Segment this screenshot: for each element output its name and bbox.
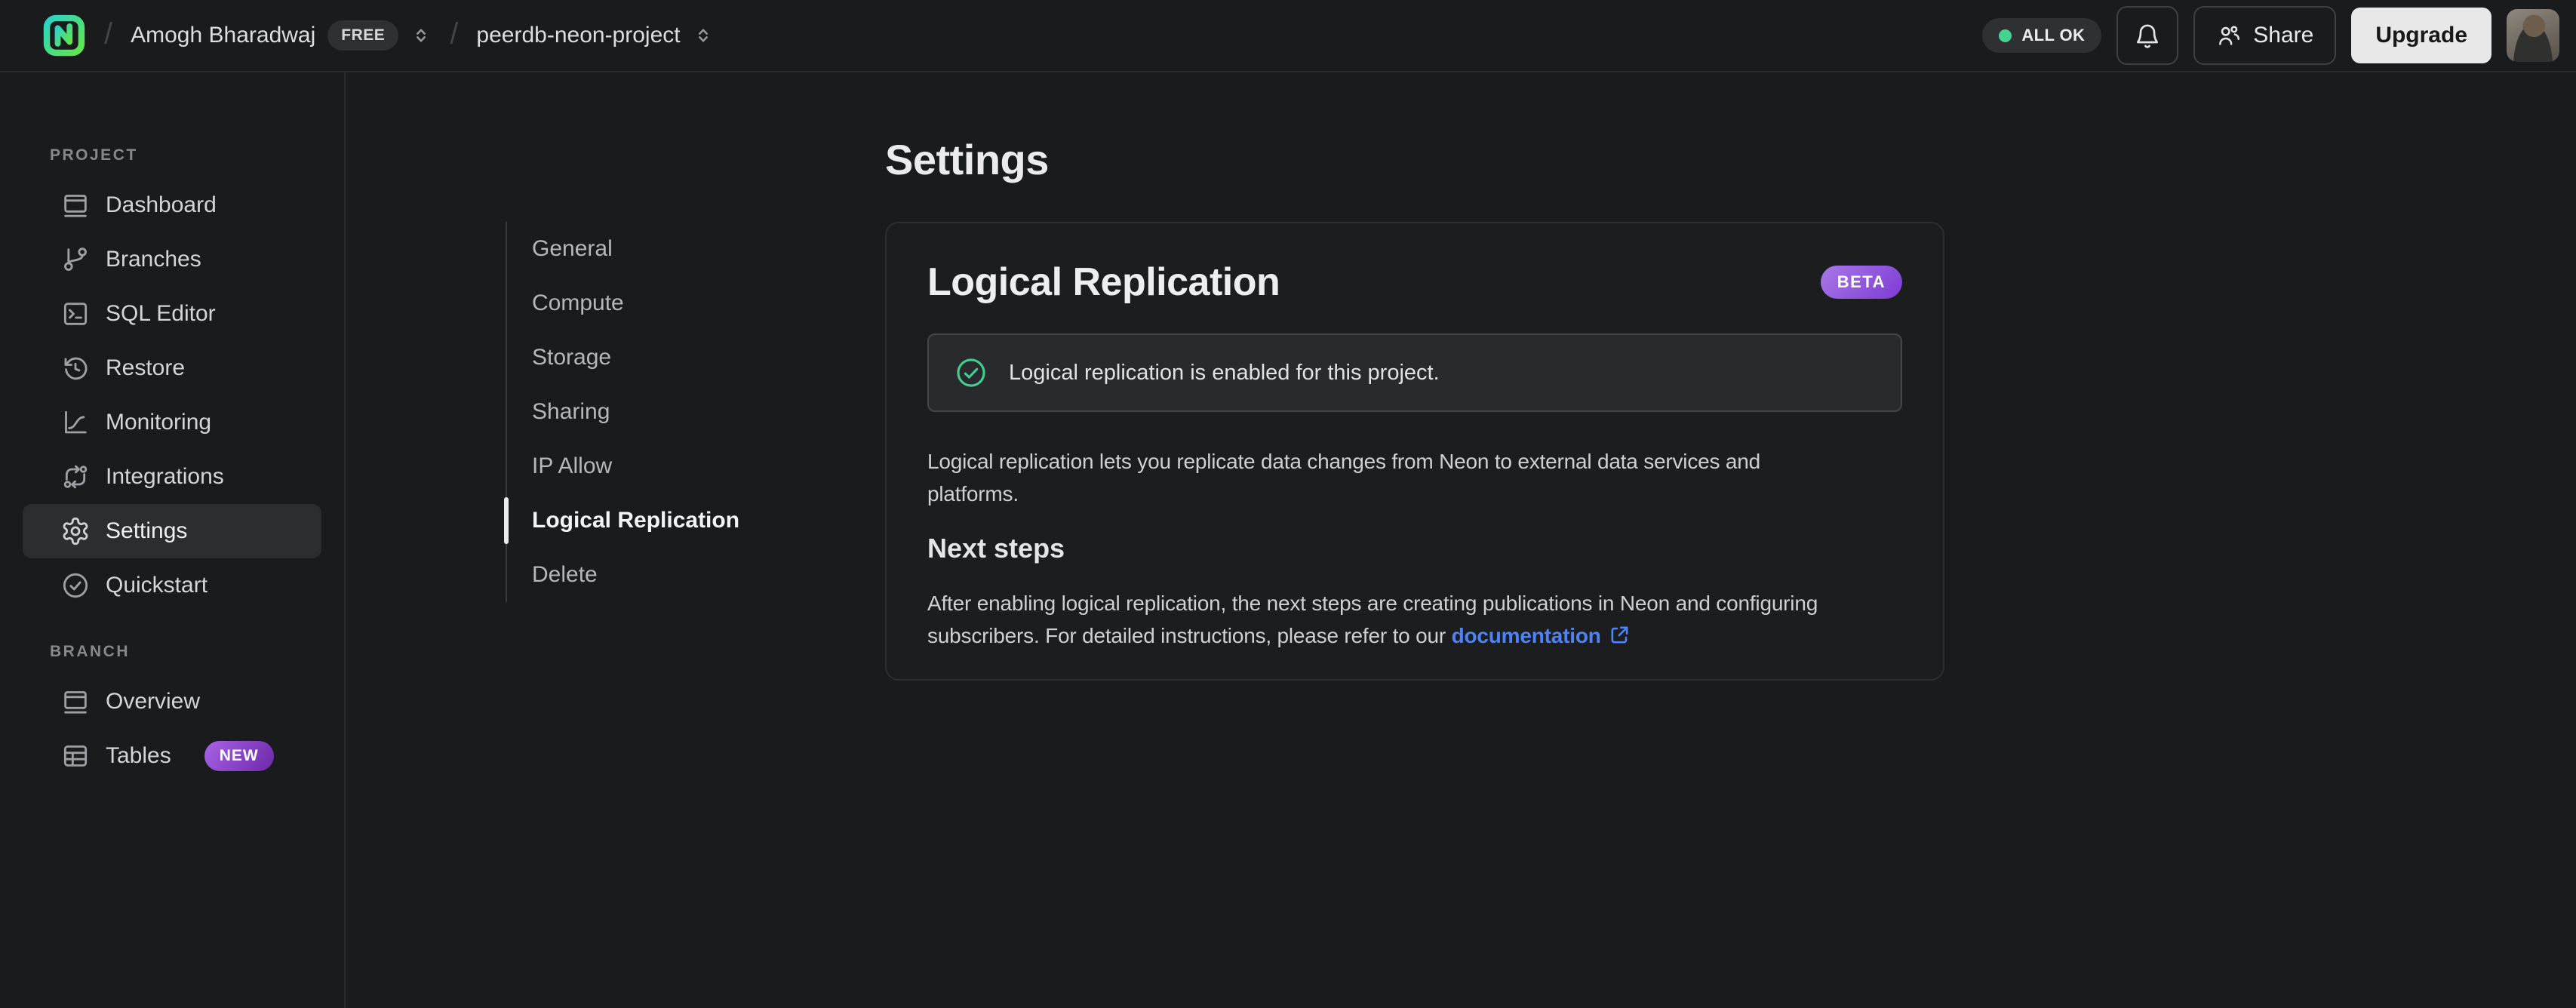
sidebar-item-dashboard[interactable]: Dashboard: [23, 178, 321, 232]
quickstart-icon: [63, 573, 88, 598]
org-selector[interactable]: Amogh Bharadwaj FREE: [131, 20, 432, 51]
neon-logo[interactable]: [42, 14, 86, 57]
beta-badge: BETA: [1820, 266, 1902, 300]
upgrade-button[interactable]: Upgrade: [2351, 8, 2491, 63]
share-users-icon: [2219, 26, 2240, 45]
sidebar-section-branch: BRANCH: [50, 643, 130, 660]
main-content: General Compute Storage Sharing IP Allow…: [346, 72, 2576, 1008]
check-circle-icon: [957, 358, 985, 387]
breadcrumb: / Amogh Bharadwaj FREE / peerdb-neon-pro…: [42, 14, 714, 57]
bell-icon: [2137, 24, 2159, 48]
settings-nav-ip-allow[interactable]: IP Allow: [507, 439, 774, 493]
settings-nav-general[interactable]: General: [507, 222, 774, 276]
sidebar-item-settings[interactable]: Settings: [23, 504, 321, 558]
settings-nav-sharing[interactable]: Sharing: [507, 385, 774, 439]
branches-icon: [64, 247, 87, 271]
dashboard-icon: [64, 195, 87, 217]
tables-icon: [63, 745, 88, 767]
share-button[interactable]: Share: [2193, 6, 2337, 65]
status-banner: Logical replication is enabled for this …: [927, 333, 1902, 413]
topbar: / Amogh Bharadwaj FREE / peerdb-neon-pro…: [0, 0, 2576, 72]
share-label: Share: [2253, 23, 2314, 48]
notifications-button[interactable]: [2116, 6, 2179, 65]
overview-icon: [64, 691, 87, 714]
sidebar: PROJECT Dashboard Branches SQL Editor Re…: [0, 72, 346, 1008]
integrations-icon: [63, 465, 88, 489]
settings-nav-storage[interactable]: Storage: [507, 330, 774, 385]
settings-nav-delete[interactable]: Delete: [507, 548, 774, 602]
sidebar-item-integrations[interactable]: Integrations: [23, 450, 321, 504]
org-name: Amogh Bharadwaj: [131, 23, 316, 48]
sidebar-item-restore[interactable]: Restore: [23, 341, 321, 395]
external-link-icon: [1611, 626, 1628, 644]
topbar-actions: ALL OK Share Upgrade: [1982, 6, 2559, 65]
settings-gear-icon: [63, 517, 88, 545]
logical-replication-card: Logical Replication BETA Logical replica…: [885, 222, 1944, 681]
chevron-updown-icon: [698, 29, 708, 42]
sidebar-item-sql-editor[interactable]: SQL Editor: [23, 287, 321, 341]
sidebar-item-monitoring[interactable]: Monitoring: [23, 395, 321, 450]
sidebar-item-quickstart[interactable]: Quickstart: [23, 558, 321, 613]
monitoring-icon: [65, 410, 87, 434]
restore-icon: [64, 357, 88, 380]
status-label: ALL OK: [2021, 26, 2086, 45]
settings-nav-logical-replication[interactable]: Logical Replication: [503, 493, 774, 548]
sidebar-item-branches[interactable]: Branches: [23, 232, 321, 287]
project-name: peerdb-neon-project: [476, 23, 681, 48]
settings-nav: General Compute Storage Sharing IP Allow…: [503, 222, 774, 602]
project-selector[interactable]: peerdb-neon-project: [476, 23, 713, 48]
sql-editor-icon: [63, 303, 88, 325]
next-steps-text: After enabling logical replication, the …: [927, 592, 1818, 648]
card-title: Logical Replication: [927, 260, 1280, 305]
sidebar-section-project: PROJECT: [50, 146, 138, 164]
next-steps-title: Next steps: [927, 533, 1065, 564]
new-badge: NEW: [204, 741, 274, 771]
status-dot-icon: [1999, 29, 2012, 42]
status-banner-text: Logical replication is enabled for this …: [1009, 360, 1440, 385]
sidebar-item-overview[interactable]: Overview: [23, 675, 321, 729]
breadcrumb-separator: /: [104, 17, 113, 51]
status-badge[interactable]: ALL OK: [1982, 18, 2102, 53]
page-title: Settings: [885, 136, 1049, 183]
avatar[interactable]: [2507, 9, 2559, 62]
description-text: Logical replication lets you replicate d…: [927, 450, 1761, 506]
sidebar-item-tables[interactable]: Tables NEW: [23, 729, 321, 783]
documentation-link[interactable]: documentation: [1452, 624, 1601, 647]
chevron-updown-icon: [417, 29, 426, 42]
breadcrumb-separator: /: [450, 17, 459, 51]
settings-nav-compute[interactable]: Compute: [507, 276, 774, 330]
plan-badge: FREE: [327, 20, 399, 51]
